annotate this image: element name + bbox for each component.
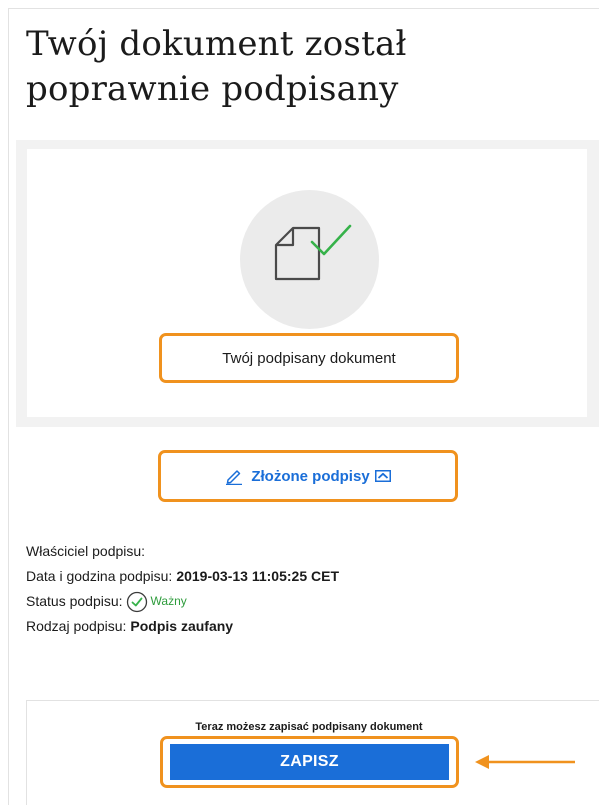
frame-border-top bbox=[8, 8, 599, 9]
signature-type-row: Rodzaj podpisu: Podpis zaufany bbox=[26, 614, 339, 639]
arrow-left-icon bbox=[475, 752, 575, 777]
check-circle-icon bbox=[126, 591, 148, 613]
pencil-icon bbox=[225, 467, 243, 485]
signature-date-row: Data i godzina podpisu: 2019-03-13 11:05… bbox=[26, 564, 339, 589]
signature-status-value: Ważny bbox=[150, 594, 187, 608]
signature-date-value: 2019-03-13 11:05:25 CET bbox=[176, 568, 339, 584]
page-title: Twój dokument został poprawnie podpisany bbox=[26, 24, 407, 109]
signature-owner-row: Właściciel podpisu: bbox=[26, 539, 339, 564]
signature-owner-label: Właściciel podpisu: bbox=[26, 543, 146, 559]
signed-document-label: Twój podpisany dokument bbox=[222, 349, 396, 367]
signature-type-value: Podpis zaufany bbox=[130, 618, 234, 634]
document-card: Twój podpisany dokument bbox=[16, 140, 599, 427]
signature-type-label: Rodzaj podpisu: bbox=[26, 618, 127, 634]
save-button-highlight: ZAPISZ bbox=[160, 736, 459, 788]
signatures-label: Złożone podpisy bbox=[251, 467, 370, 485]
signed-document-icon bbox=[240, 190, 379, 329]
signed-document-link[interactable]: Twój podpisany dokument bbox=[159, 333, 459, 383]
signature-info: Właściciel podpisu: Data i godzina podpi… bbox=[26, 539, 339, 639]
signature-date-label: Data i godzina podpisu: bbox=[26, 568, 173, 584]
chevron-up-icon bbox=[374, 470, 391, 482]
signature-status-label: Status podpisu: bbox=[26, 593, 123, 609]
signatures-toggle[interactable]: Złożone podpisy bbox=[158, 450, 458, 502]
signature-status-row: Status podpisu: Ważny bbox=[26, 589, 339, 614]
frame-border-left bbox=[8, 8, 9, 805]
save-button[interactable]: ZAPISZ bbox=[170, 744, 449, 780]
save-hint: Teraz możesz zapisać podpisany dokument bbox=[195, 721, 423, 733]
document-card-inner: Twój podpisany dokument bbox=[27, 149, 587, 417]
